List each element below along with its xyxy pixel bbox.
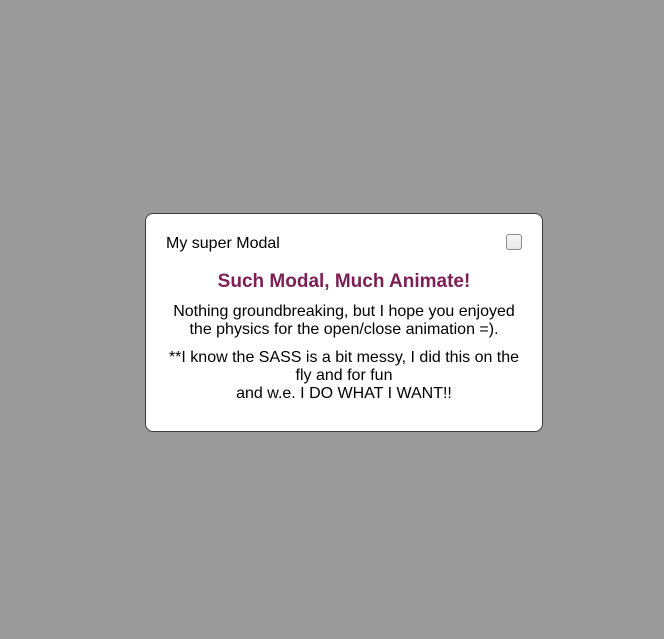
modal-paragraph-2: **I know the SASS is a bit messy, I did … (156, 349, 532, 403)
paragraph-1-line-1: Nothing groundbreaking, but I hope you e… (173, 303, 515, 320)
paragraph-1-line-2: the physics for the open/close animation… (189, 321, 499, 338)
modal-title: My super Modal (166, 235, 280, 252)
modal-body: Such Modal, Much Animate! Nothing ground… (156, 270, 532, 413)
paragraph-2-line-1: **I know the SASS is a bit messy, I did … (168, 349, 520, 366)
page-background: My super Modal Such Modal, Much Animate!… (0, 0, 664, 639)
modal-header: My super Modal (166, 234, 522, 254)
paragraph-2-line-3: and w.e. I DO WHAT I WANT!! (236, 385, 452, 402)
modal-heading: Such Modal, Much Animate! (217, 271, 471, 292)
close-checkbox-icon[interactable] (506, 234, 522, 250)
paragraph-2-line-2: fly and for fun (295, 367, 393, 384)
modal-dialog: My super Modal Such Modal, Much Animate!… (145, 213, 543, 432)
modal-paragraph-1: Nothing groundbreaking, but I hope you e… (156, 303, 532, 339)
